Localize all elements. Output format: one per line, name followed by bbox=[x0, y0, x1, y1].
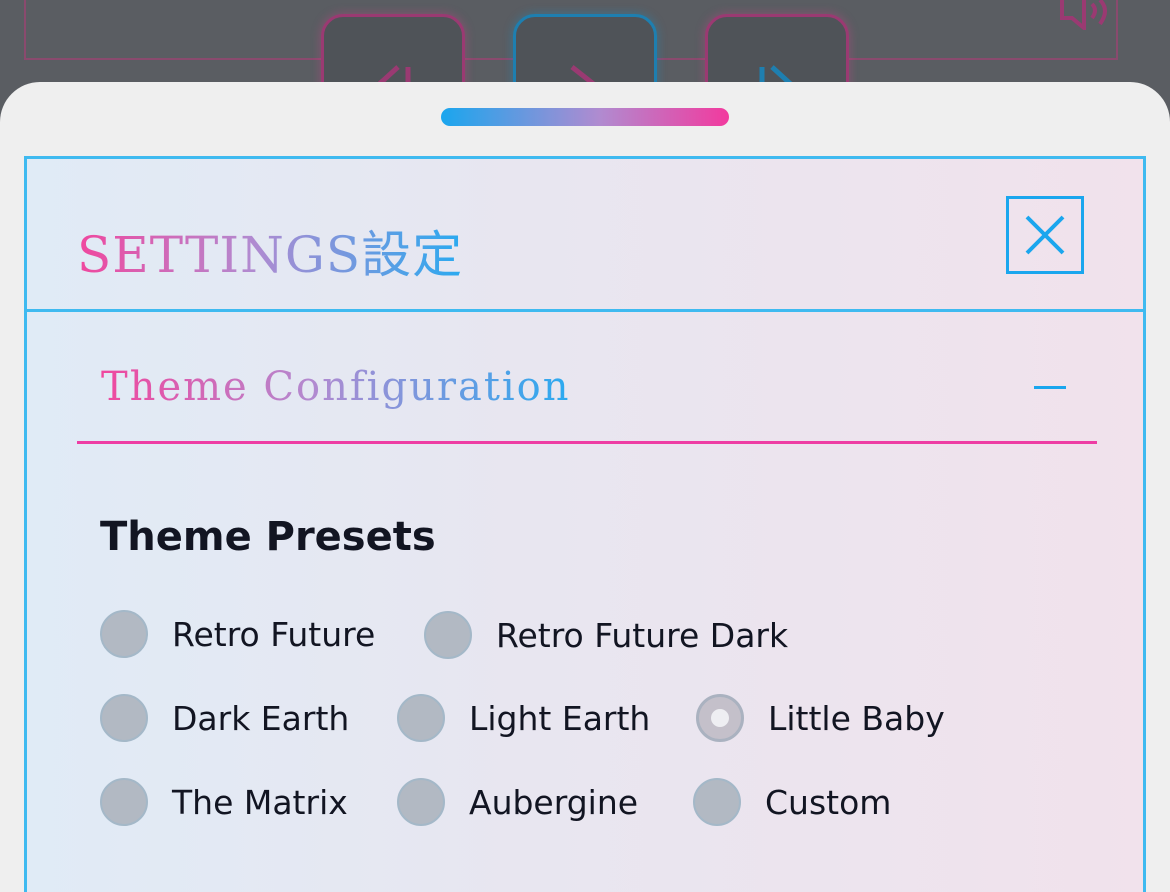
presets-heading: Theme Presets bbox=[100, 514, 436, 560]
preset-the-matrix[interactable]: The Matrix bbox=[100, 777, 348, 827]
preset-label: Custom bbox=[765, 782, 892, 822]
preset-retro-future[interactable]: Retro Future bbox=[100, 609, 375, 659]
preset-little-baby[interactable]: Little Baby bbox=[696, 693, 945, 743]
radio-button[interactable] bbox=[397, 694, 445, 742]
minus-icon[interactable] bbox=[1034, 386, 1066, 389]
radio-button[interactable] bbox=[397, 778, 445, 826]
close-icon bbox=[1025, 215, 1065, 255]
preset-label: Retro Future Dark bbox=[496, 615, 789, 655]
radio-button[interactable] bbox=[100, 610, 148, 658]
radio-button-selected[interactable] bbox=[696, 694, 744, 742]
preset-label: Retro Future bbox=[172, 614, 376, 654]
preset-custom[interactable]: Custom bbox=[693, 777, 891, 827]
radio-button[interactable] bbox=[100, 778, 148, 826]
settings-sheet: SETTINGS設定 Theme Configuration Theme Pre… bbox=[0, 82, 1170, 892]
settings-title: SETTINGS設定 bbox=[77, 215, 463, 287]
volume-icon[interactable] bbox=[1058, 0, 1118, 33]
close-button[interactable] bbox=[1006, 196, 1084, 274]
theme-configuration-header[interactable]: Theme Configuration bbox=[77, 334, 1097, 444]
sheet-grabber[interactable] bbox=[441, 108, 729, 126]
preset-aubergine[interactable]: Aubergine bbox=[397, 777, 638, 827]
radio-button[interactable] bbox=[424, 611, 472, 659]
preset-light-earth[interactable]: Light Earth bbox=[397, 693, 650, 743]
preset-label: Light Earth bbox=[469, 698, 651, 738]
settings-panel: SETTINGS設定 Theme Configuration Theme Pre… bbox=[24, 156, 1146, 892]
preset-label: Little Baby bbox=[768, 698, 945, 738]
preset-retro-future-dark[interactable]: Retro Future Dark bbox=[424, 610, 788, 660]
preset-label: Dark Earth bbox=[172, 698, 350, 738]
radio-button[interactable] bbox=[693, 778, 741, 826]
radio-button[interactable] bbox=[100, 694, 148, 742]
preset-label: Aubergine bbox=[469, 782, 639, 822]
preset-label: The Matrix bbox=[172, 782, 348, 822]
preset-dark-earth[interactable]: Dark Earth bbox=[100, 693, 349, 743]
section-title: Theme Configuration bbox=[101, 364, 571, 410]
settings-header: SETTINGS設定 bbox=[27, 159, 1143, 312]
